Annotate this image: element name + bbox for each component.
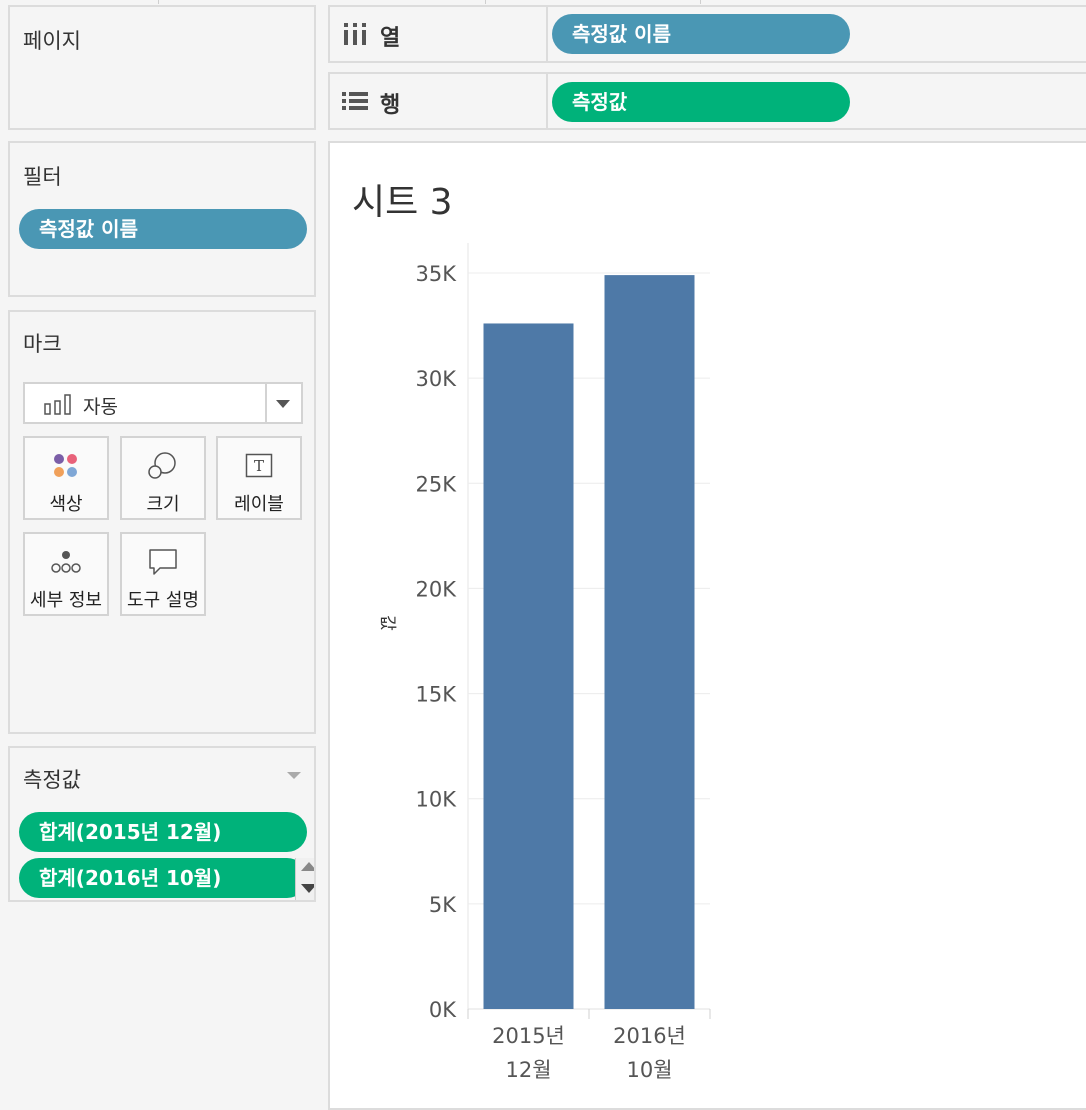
color-dots-icon [25,450,107,482]
rows-shelf-label: 행 [380,93,401,118]
y-tick-label: 0K [429,998,457,1022]
filters-card[interactable]: 필터 측정값 이름 [8,141,316,297]
color-label: 색상 [49,494,83,515]
y-tick-label: 35K [416,262,458,286]
x-tick-label: 2015년 [492,1024,565,1048]
scroll-up-icon[interactable] [301,862,314,871]
text-label-icon: T [218,450,300,482]
columns-icon [342,23,368,45]
y-axis-title: 값 [377,615,397,631]
pages-title: 페이지 [23,29,81,53]
top-edge-tick [700,0,701,4]
detail-dots-icon [25,546,107,578]
color-button[interactable]: 색상 [23,436,109,520]
bar [483,323,574,1009]
y-tick-label: 25K [416,472,458,496]
y-tick-label: 30K [416,367,458,391]
pages-card[interactable]: 페이지 [8,5,316,130]
detail-button[interactable]: 세부 정보 [23,532,109,616]
rows-shelf[interactable]: 행 측정값 [328,72,1086,130]
tooltip-label: 도구 설명 [127,590,199,611]
detail-label: 세부 정보 [30,590,102,611]
x-tick-label: 10월 [626,1058,672,1082]
measure-values-card[interactable]: 측정값 합계(2015년 12월) 합계(2016년 10월) [8,746,316,902]
filter-pill-measure-names[interactable]: 측정값 이름 [19,209,307,249]
chevron-down-icon[interactable] [287,772,301,779]
viz-canvas[interactable]: 시트 3 0K 5K 10K 15K 20K 25K 30K 35K 값 2015년 12월 2016… [328,141,1086,1110]
tooltip-button[interactable]: 도구 설명 [120,532,206,616]
columns-shelf-header: 열 [330,7,548,61]
rows-shelf-header: 행 [330,74,548,128]
bar-chart-icon [43,394,73,420]
bar [604,275,695,1009]
mark-type-label: 자동 [83,396,118,418]
dropdown-divider [265,384,267,422]
marks-card[interactable]: 마크 자동 색상 크기 T 레이블 세부 정보 도구 설명 [8,310,316,734]
columns-shelf-label: 열 [380,26,401,51]
rows-icon [342,90,368,112]
filters-title: 필터 [23,165,62,189]
marks-title: 마크 [23,332,62,356]
size-button[interactable]: 크기 [120,436,206,520]
bar-chart[interactable]: 0K 5K 10K 15K 20K 25K 30K 35K 값 2015년 12월 2016년 10월 [330,143,1086,1108]
speech-bubble-icon [122,546,204,578]
measure-pill-2015-12[interactable]: 합계(2015년 12월) [19,812,307,852]
x-tick-label: 12월 [505,1058,551,1082]
measure-pill-2016-10[interactable]: 합계(2016년 10월) [19,858,307,898]
columns-shelf[interactable]: 열 측정값 이름 [328,5,1086,63]
y-tick-label: 15K [416,683,458,707]
y-tick-label: 5K [429,893,457,917]
columns-pill-measure-names[interactable]: 측정값 이름 [552,14,850,54]
top-edge-tick [485,0,486,4]
rows-pill-measure-values[interactable]: 측정값 [552,82,850,122]
top-edge-tick [158,0,159,4]
label-label: 레이블 [234,494,284,515]
scrollbar[interactable] [295,858,314,900]
y-tick-label: 10K [416,788,458,812]
size-circles-icon [122,450,204,482]
y-tick-label: 20K [416,577,458,601]
chevron-down-icon[interactable] [276,400,290,408]
measure-values-title: 측정값 [23,768,81,792]
svg-text:T: T [254,457,264,475]
x-tick-label: 2016년 [613,1024,686,1048]
mark-type-dropdown[interactable]: 자동 [23,382,303,424]
label-button[interactable]: T 레이블 [216,436,302,520]
scroll-down-icon[interactable] [301,884,314,893]
size-label: 크기 [146,494,180,515]
